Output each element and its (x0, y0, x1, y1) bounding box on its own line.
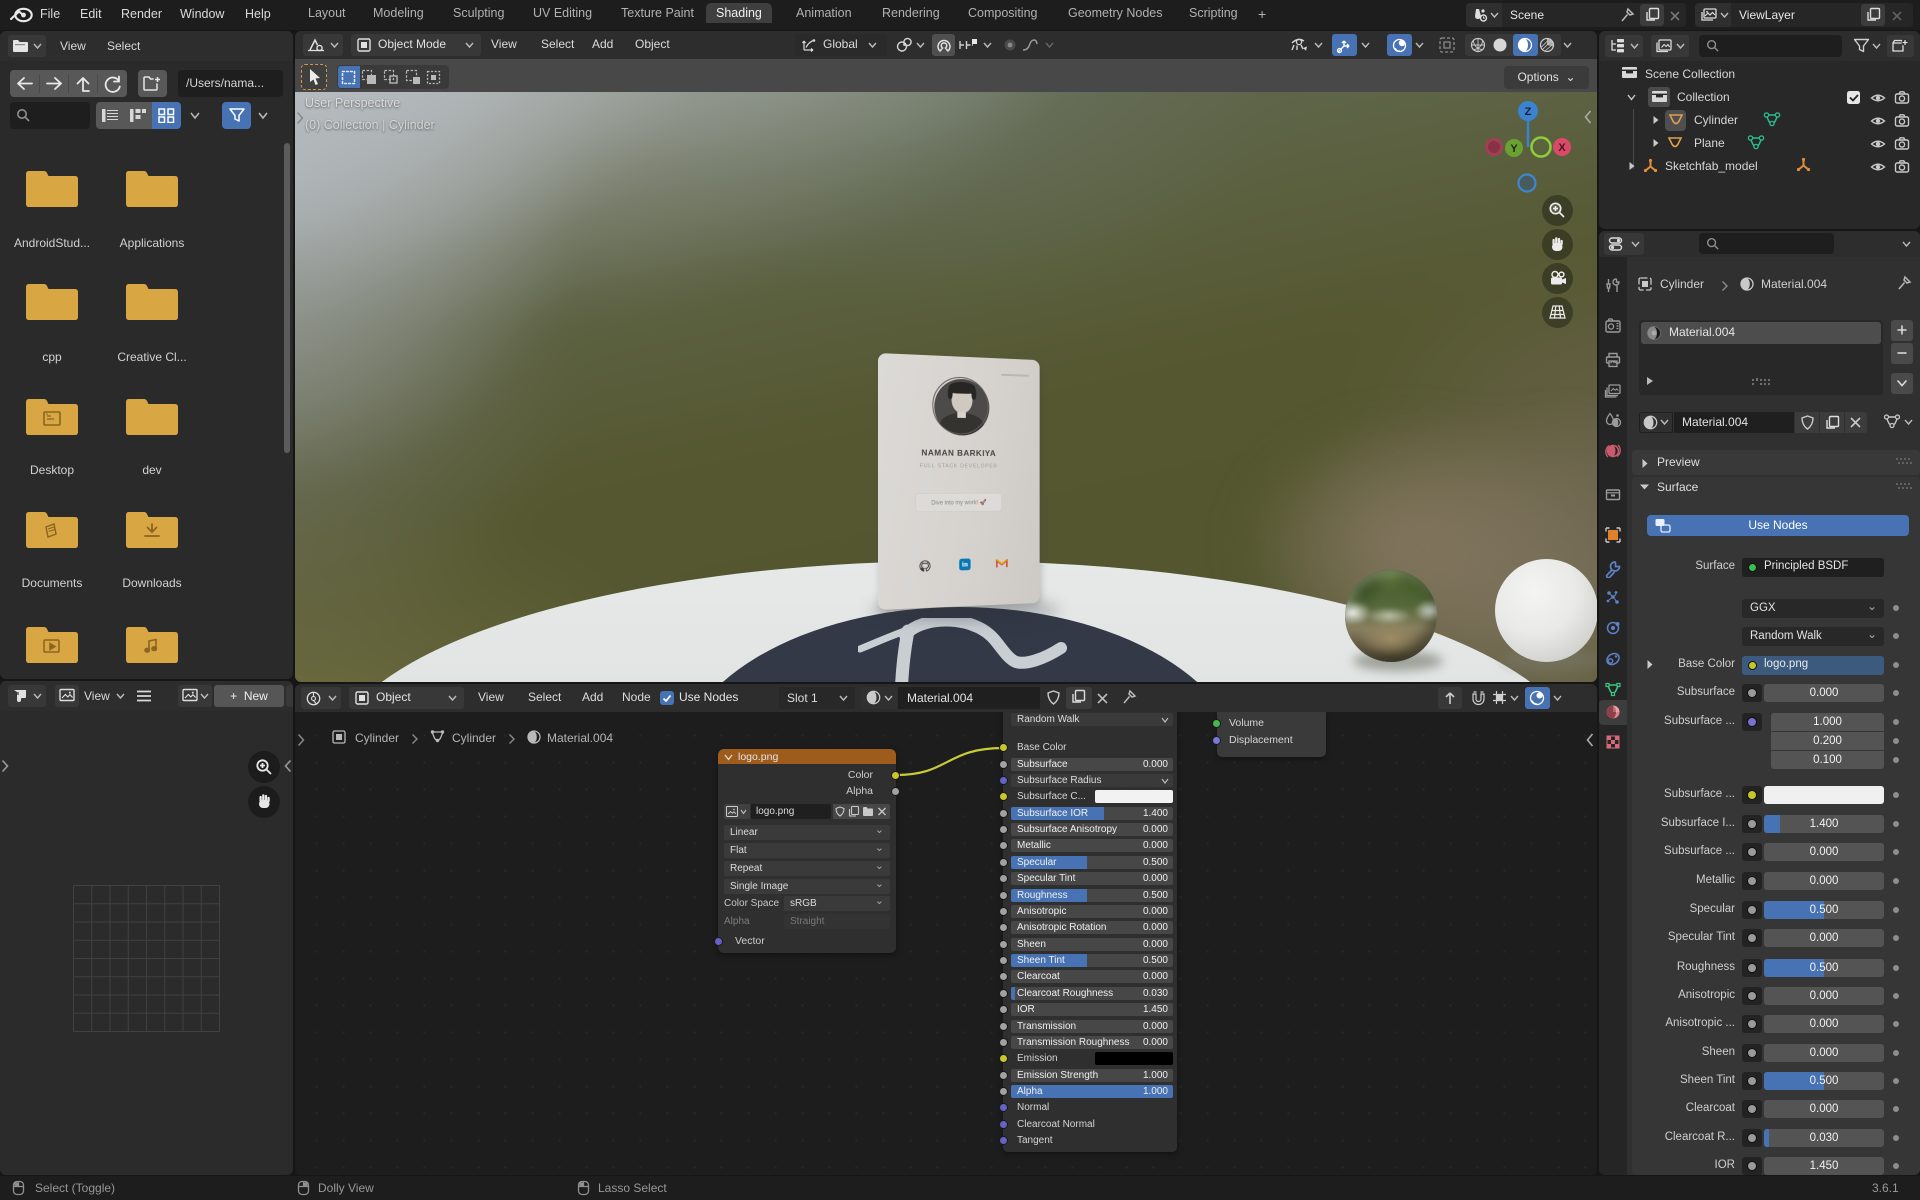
svg-text:Z: Z (1525, 106, 1532, 118)
svg-text:Y: Y (1510, 143, 1518, 155)
svg-text:X: X (1558, 142, 1566, 154)
